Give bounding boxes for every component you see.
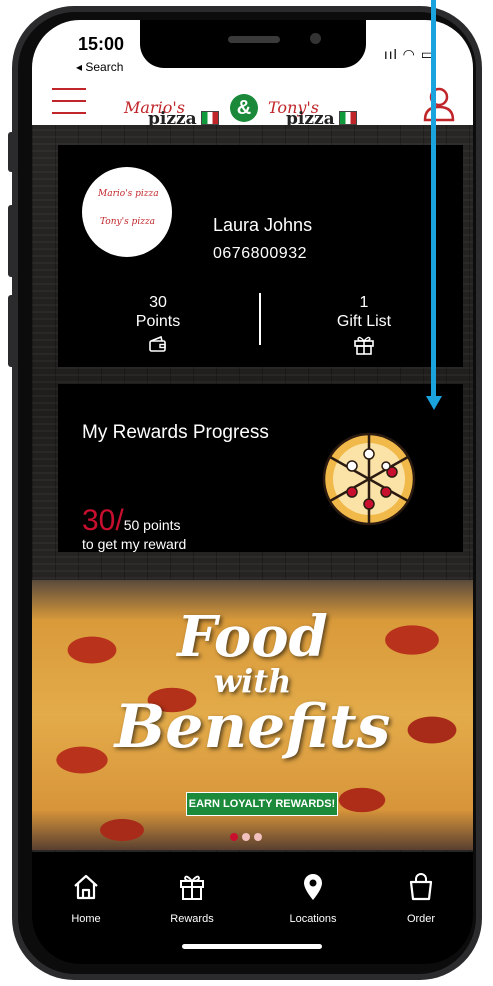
- carousel-dots[interactable]: [230, 828, 280, 841]
- tab-order[interactable]: Order: [381, 872, 461, 925]
- carousel-dot[interactable]: [230, 833, 238, 841]
- shopping-bag-icon: [409, 873, 433, 901]
- italian-flag-icon: [338, 110, 357, 125]
- profile-card: Mario's pizza Tony's pizza Laura Johns 0…: [58, 145, 463, 367]
- annotation-arrow-line: [431, 0, 436, 402]
- tab-home[interactable]: Home: [46, 872, 126, 925]
- notch: [140, 20, 366, 68]
- rewards-progress-card[interactable]: My Rewards Progress 30/50 points to get …: [58, 384, 463, 552]
- mute-switch: [8, 132, 18, 172]
- user-profile-icon[interactable]: [422, 86, 456, 122]
- ampersand-badge: &: [230, 94, 258, 122]
- annotation-arrow-head: [426, 396, 442, 410]
- pizza-progress-icon: [322, 432, 416, 526]
- volume-up-button: [8, 205, 18, 277]
- rewards-title: My Rewards Progress: [82, 422, 269, 443]
- user-phone: 0676800932: [213, 245, 307, 262]
- stats-divider: [259, 293, 261, 345]
- gift-icon: [180, 875, 204, 900]
- status-icons: ııl ◠ ▭: [384, 46, 435, 63]
- wifi-icon: ◠: [402, 46, 416, 62]
- marios-pizza-logo: Mario's pizza: [124, 98, 219, 137]
- gift-icon: [354, 336, 374, 355]
- tab-rewards[interactable]: Rewards: [152, 872, 232, 925]
- italian-flag-icon: [200, 110, 219, 125]
- status-time: 15:00: [78, 34, 125, 54]
- location-pin-icon: [304, 874, 322, 900]
- back-to-search-link[interactable]: ◂ Search: [76, 60, 123, 74]
- speaker: [228, 36, 280, 43]
- front-camera: [310, 33, 321, 44]
- home-indicator[interactable]: [182, 944, 322, 949]
- volume-down-button: [8, 295, 18, 367]
- earn-loyalty-rewards-button[interactable]: EARN LOYALTY REWARDS!: [186, 792, 338, 816]
- hamburger-menu-icon[interactable]: [52, 88, 86, 116]
- tab-locations[interactable]: Locations: [273, 872, 353, 925]
- banner-title-line3: Benefits: [114, 692, 391, 762]
- app-screen: 15:00 ◂ Search ııl ◠ ▭ Mario's pizza & T…: [32, 20, 473, 964]
- user-name: Laura Johns: [213, 215, 313, 235]
- app-header: 15:00 ◂ Search ııl ◠ ▭ Mario's pizza & T…: [32, 20, 473, 129]
- banner-title-line1: Food: [177, 604, 328, 670]
- avatar: Mario's pizza Tony's pizza: [82, 167, 172, 257]
- wallet-icon: [149, 335, 166, 352]
- tonys-pizza-logo: Tony's pizza: [268, 98, 357, 137]
- points-stat[interactable]: 30 Points: [108, 293, 208, 358]
- carousel-dot[interactable]: [242, 833, 250, 841]
- gift-list-stat[interactable]: 1 Gift List: [314, 293, 414, 360]
- carousel-dot[interactable]: [254, 833, 262, 841]
- promo-banner[interactable]: Food with Benefits EARN LOYALTY REWARDS!: [32, 580, 473, 850]
- signal-icon: ııl: [383, 46, 398, 62]
- rewards-progress: 30/50 points to get my reward: [82, 504, 187, 552]
- home-icon: [74, 874, 98, 900]
